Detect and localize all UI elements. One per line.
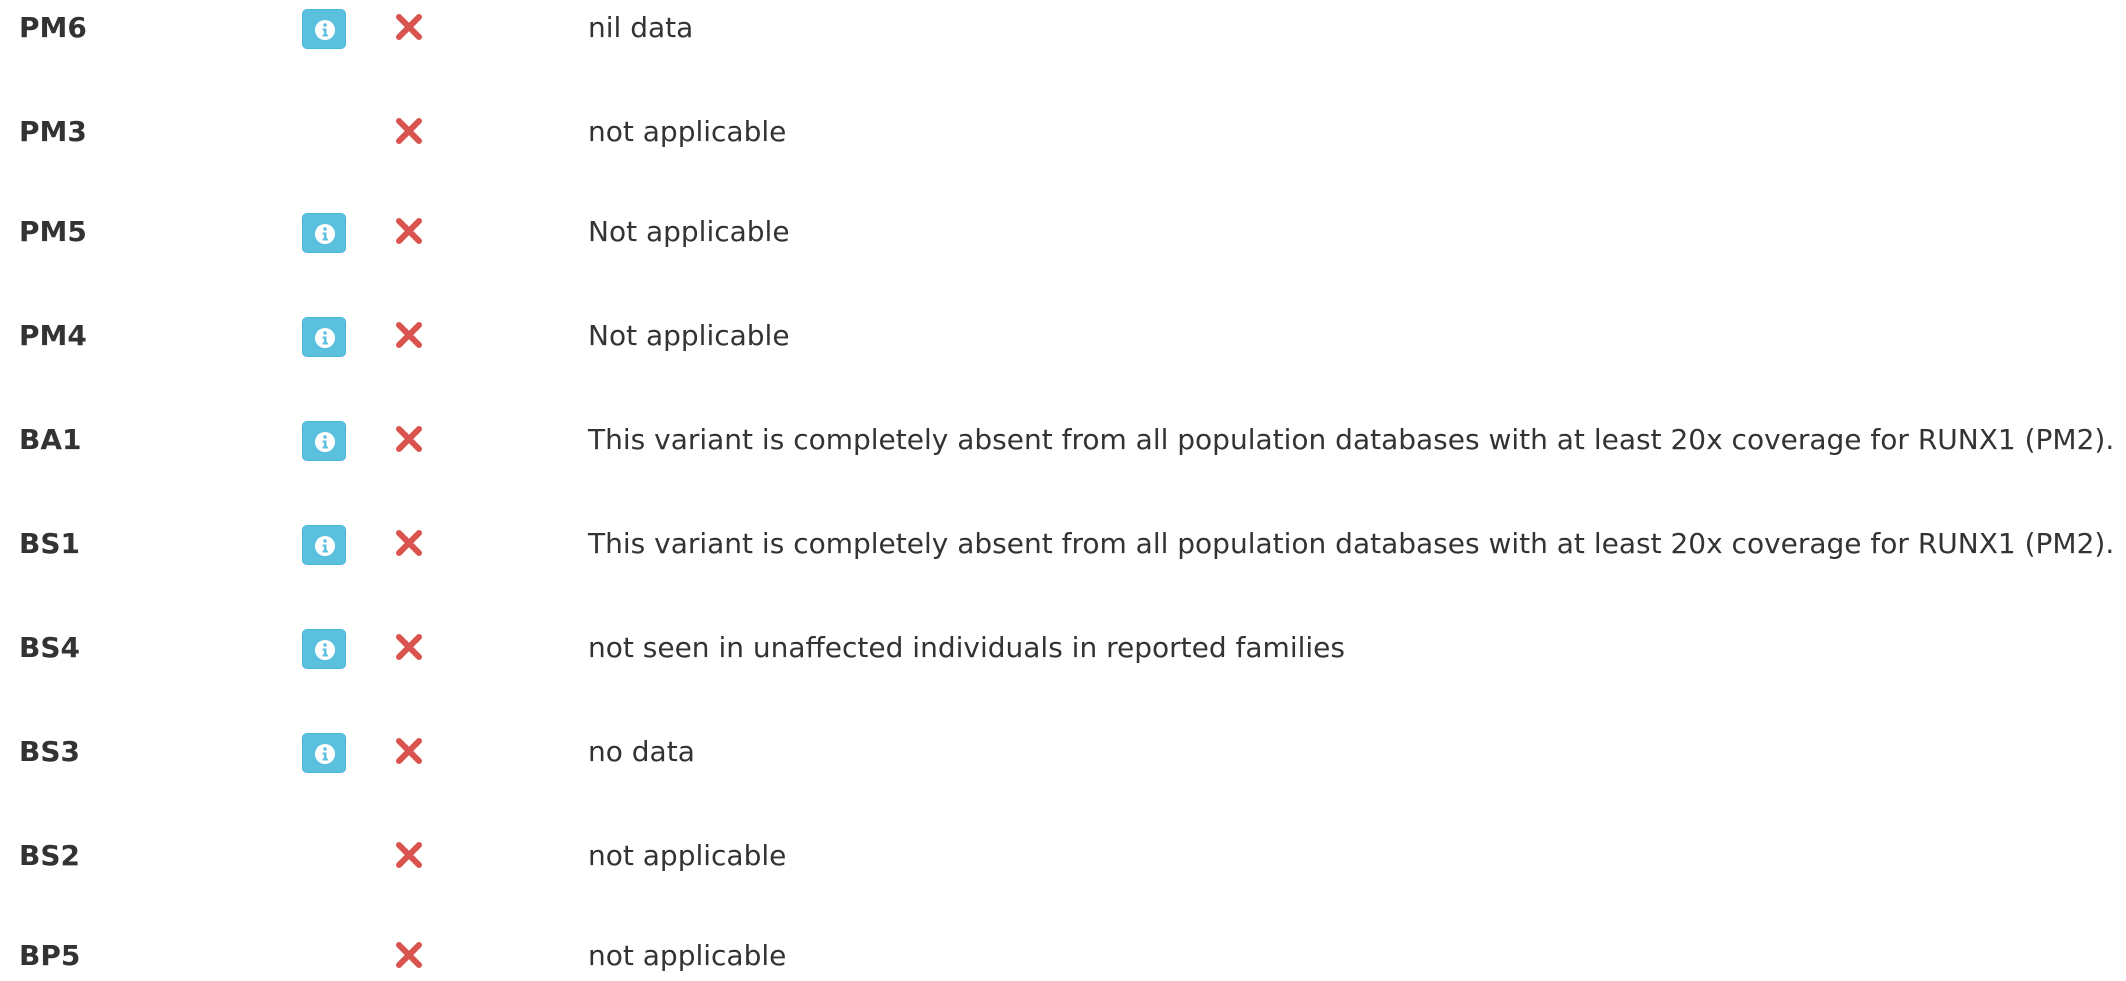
cross-icon: [396, 738, 422, 764]
cross-icon: [396, 426, 422, 452]
info-button[interactable]: [302, 629, 346, 669]
criterion-code: BS4: [19, 631, 80, 664]
criterion-description: no data: [588, 735, 695, 768]
info-icon: [315, 536, 335, 556]
info-button[interactable]: [302, 213, 346, 253]
criterion-code: BS3: [19, 735, 80, 768]
criterion-code: PM3: [19, 115, 87, 148]
cross-icon: [396, 942, 422, 968]
criteria-row: PM4 Not applicable: [0, 311, 2126, 361]
criterion-description: not seen in unaffected individuals in re…: [588, 631, 1345, 664]
criteria-row: BS3 no data: [0, 727, 2126, 777]
criterion-description: not applicable: [588, 839, 787, 872]
cross-icon: [396, 634, 422, 660]
cross-icon: [396, 218, 422, 244]
info-icon: [315, 224, 335, 244]
info-button[interactable]: [302, 525, 346, 565]
criterion-code: BS1: [19, 527, 80, 560]
criteria-row: PM6 nil data: [0, 3, 2126, 53]
criterion-description: not applicable: [588, 939, 787, 972]
criterion-description: not applicable: [588, 115, 787, 148]
criterion-description: nil data: [588, 11, 694, 44]
criterion-code: PM6: [19, 11, 87, 44]
criteria-row: PM5 Not applicable: [0, 207, 2126, 257]
criteria-row: BS1 This variant is completely absent fr…: [0, 519, 2126, 569]
criterion-code: PM4: [19, 319, 87, 352]
cross-icon: [396, 322, 422, 348]
criterion-code: BA1: [19, 423, 82, 456]
info-button[interactable]: [302, 9, 346, 49]
criterion-description: Not applicable: [588, 215, 790, 248]
cross-icon: [396, 14, 422, 40]
criteria-list: PM6 nil data PM3 not applicable PM5 Not …: [0, 0, 2126, 972]
info-button[interactable]: [302, 317, 346, 357]
info-icon: [315, 20, 335, 40]
criteria-row: PM3 not applicable: [0, 107, 2126, 157]
criterion-code: BP5: [19, 939, 81, 972]
info-icon: [315, 640, 335, 660]
cross-icon: [396, 530, 422, 556]
criterion-description: Not applicable: [588, 319, 790, 352]
info-icon: [315, 328, 335, 348]
criteria-row: BA1 This variant is completely absent fr…: [0, 415, 2126, 465]
cross-icon: [396, 118, 422, 144]
criteria-row: BS2 not applicable: [0, 831, 2126, 881]
info-button[interactable]: [302, 733, 346, 773]
criterion-code: BS2: [19, 839, 80, 872]
info-icon: [315, 744, 335, 764]
criterion-code: PM5: [19, 215, 87, 248]
criterion-description: This variant is completely absent from a…: [588, 527, 2115, 560]
criteria-row: BP5 not applicable: [0, 931, 2126, 981]
info-button[interactable]: [302, 421, 346, 461]
cross-icon: [396, 842, 422, 868]
info-icon: [315, 432, 335, 452]
criterion-description: This variant is completely absent from a…: [588, 423, 2115, 456]
criteria-row: BS4 not seen in unaffected individuals i…: [0, 623, 2126, 673]
